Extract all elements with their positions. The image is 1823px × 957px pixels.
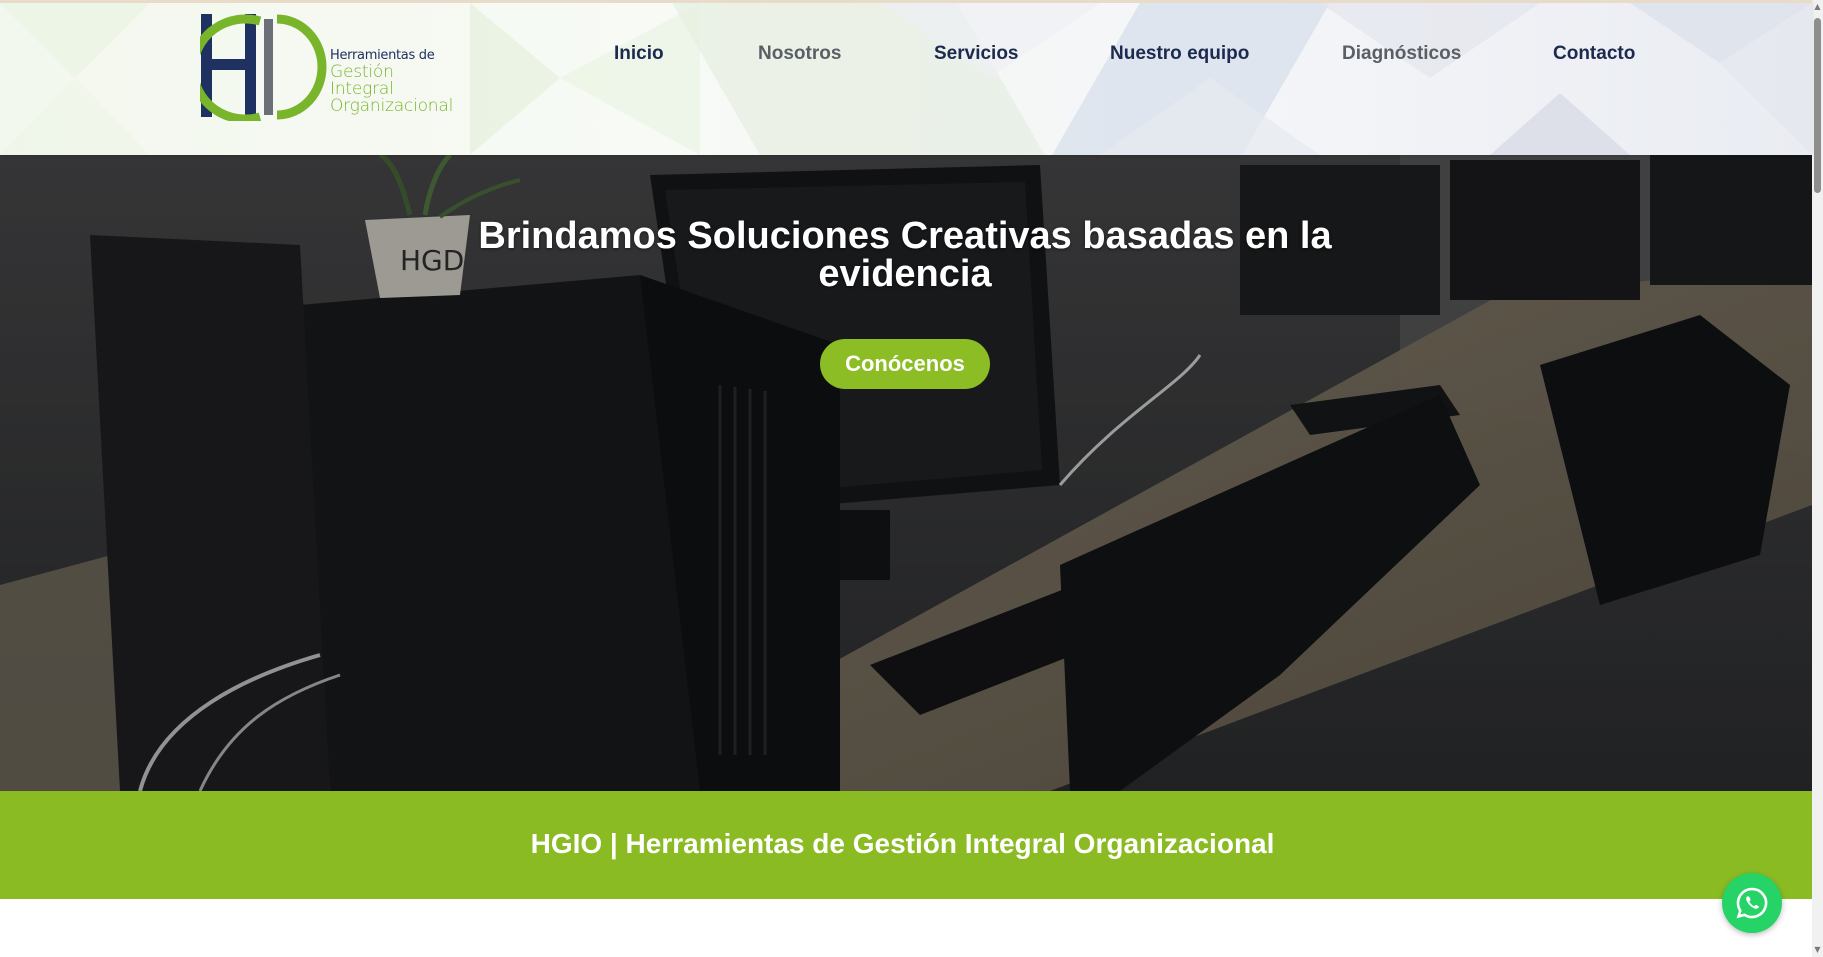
nav-item-nosotros[interactable]: Nosotros [758,43,841,65]
scrollbar-thumb[interactable] [1814,18,1821,193]
main-nav: Inicio Nosotros Servicios Nuestro equipo… [0,43,1812,73]
page-scrollbar[interactable]: ▲ ▼ [1812,0,1823,957]
nav-item-inicio[interactable]: Inicio [614,43,664,65]
hero-headline: Brindamos Soluciones Creativas basadas e… [478,215,1332,295]
nav-item-diagnosticos[interactable]: Diagnósticos [1342,43,1461,65]
nav-item-contacto[interactable]: Contacto [1553,43,1635,65]
whatsapp-chat-button[interactable] [1722,873,1782,933]
hero-section: HGD Brindamos Soluciones Creativas basad… [0,155,1812,791]
logo-line-4: Organizacional [330,96,454,116]
whatsapp-icon [1736,887,1768,919]
scroll-down-arrow[interactable]: ▼ [1812,943,1823,957]
scroll-up-arrow[interactable]: ▲ [1812,0,1823,14]
nav-item-servicios[interactable]: Servicios [934,43,1019,65]
tagline-banner: HGIO | Herramientas de Gestión Integral … [0,791,1812,899]
page: Herramientas de Gestión Integral Organiz… [0,0,1823,957]
site-header: Herramientas de Gestión Integral Organiz… [0,0,1812,155]
conocenos-button[interactable]: Conócenos [820,339,990,389]
nav-item-nuestro-equipo[interactable]: Nuestro equipo [1110,43,1249,65]
banner-title: HGIO | Herramientas de Gestión Integral … [530,828,1275,859]
